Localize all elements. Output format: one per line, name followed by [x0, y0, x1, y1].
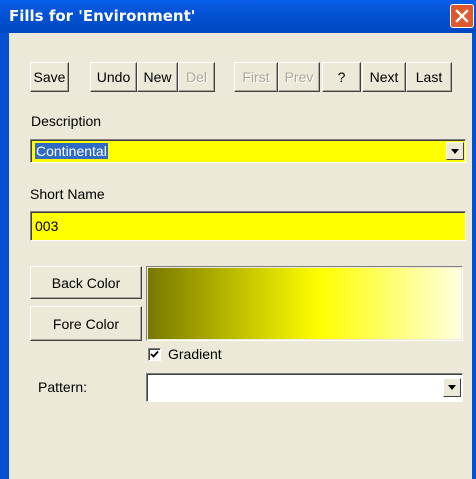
help-button[interactable]: ? [322, 62, 361, 92]
window-frame-left [0, 33, 9, 479]
short-name-label: Short Name [30, 186, 105, 202]
color-preview-swatch [146, 266, 463, 341]
checkmark-icon [150, 350, 159, 358]
save-button[interactable]: Save [30, 62, 69, 92]
description-label: Description [31, 113, 102, 129]
pattern-label: Pattern: [38, 379, 88, 395]
chevron-down-icon [448, 385, 456, 390]
pattern-dropdown-arrow[interactable] [443, 378, 461, 397]
pattern-dropdown[interactable] [146, 373, 463, 402]
description-dropdown[interactable]: Continental [30, 139, 466, 163]
short-name-value: 003 [35, 218, 59, 234]
close-button[interactable] [450, 4, 474, 28]
gradient-checkbox[interactable] [148, 348, 161, 361]
gradient-label: Gradient [168, 346, 222, 362]
back-color-button[interactable]: Back Color [30, 266, 142, 299]
close-icon [455, 9, 469, 23]
window-frame-right [472, 33, 476, 479]
undo-button[interactable]: Undo [90, 62, 137, 92]
title-bar: Fills for 'Environment' [0, 0, 476, 33]
new-button[interactable]: New [137, 62, 178, 92]
prev-button[interactable]: Prev [278, 62, 320, 92]
window-title: Fills for 'Environment' [9, 7, 196, 25]
first-button[interactable]: First [234, 62, 278, 92]
delete-button[interactable]: Del [178, 62, 215, 92]
last-button[interactable]: Last [406, 62, 452, 92]
chevron-down-icon [451, 149, 459, 154]
short-name-field[interactable]: 003 [30, 211, 466, 241]
fore-color-button[interactable]: Fore Color [30, 306, 142, 341]
description-dropdown-arrow[interactable] [446, 142, 464, 160]
gradient-fill [148, 268, 461, 339]
description-value: Continental [35, 143, 108, 159]
next-button[interactable]: Next [362, 62, 406, 92]
